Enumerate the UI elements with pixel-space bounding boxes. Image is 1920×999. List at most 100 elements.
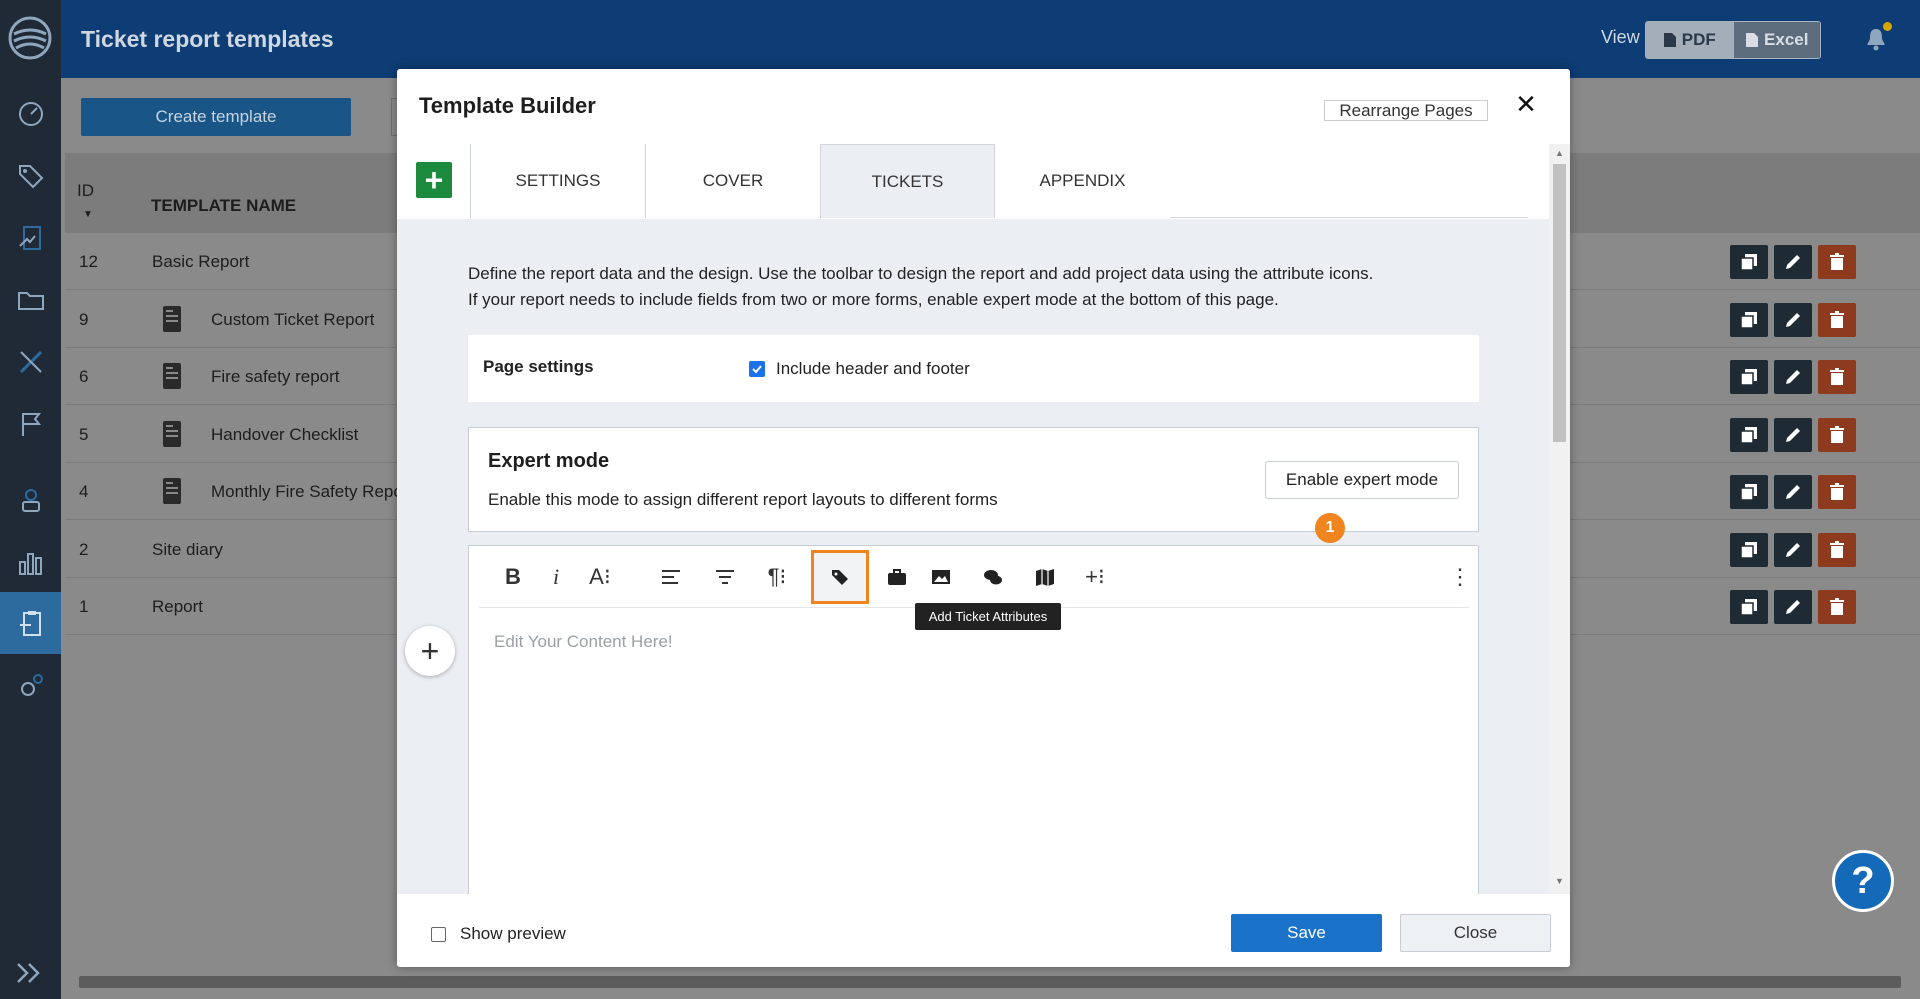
row-actions — [1730, 360, 1856, 394]
include-header-footer-label[interactable]: Include header and footer — [776, 359, 970, 379]
edit-button[interactable] — [1774, 590, 1812, 624]
more-options-button[interactable]: ⋮ — [1440, 558, 1480, 596]
delete-button[interactable] — [1818, 360, 1856, 394]
row-template-name[interactable]: Site diary — [152, 540, 223, 560]
font-size-button[interactable]: A⁝ — [580, 558, 620, 596]
close-button[interactable]: Close — [1400, 914, 1551, 952]
horizontal-scrollbar[interactable] — [65, 970, 1920, 992]
include-header-footer-checkbox[interactable] — [749, 361, 765, 377]
edit-button[interactable] — [1774, 360, 1812, 394]
tab-appendix[interactable]: APPENDIX — [995, 144, 1170, 218]
scroll-up-arrow-icon[interactable]: ▲ — [1555, 148, 1564, 158]
tab-settings[interactable]: SETTINGS — [470, 144, 645, 218]
align-left-button[interactable] — [651, 558, 691, 596]
enable-expert-mode-button[interactable]: Enable expert mode — [1265, 461, 1459, 499]
duplicate-button[interactable] — [1730, 475, 1768, 509]
rearrange-pages-button[interactable]: Rearrange Pages — [1324, 100, 1488, 121]
column-header-name[interactable]: TEMPLATE NAME — [151, 196, 296, 216]
save-button[interactable]: Save — [1231, 914, 1382, 952]
delete-button[interactable] — [1818, 417, 1856, 452]
sidebar-item-documents[interactable] — [0, 269, 61, 331]
row-template-name[interactable]: Basic Report — [152, 252, 249, 272]
edit-button[interactable] — [1774, 475, 1812, 509]
row-actions — [1730, 475, 1856, 509]
add-ticket-attributes-button[interactable]: 1 — [811, 513, 1345, 604]
sidebar-item-tickets[interactable] — [0, 145, 61, 207]
sidebar-item-forms[interactable] — [0, 207, 61, 269]
row-template-name[interactable]: Report — [152, 597, 203, 617]
delete-button[interactable] — [1818, 302, 1856, 337]
image-button[interactable] — [921, 558, 961, 596]
ruler-pencil-icon — [19, 350, 42, 374]
show-preview-checkbox[interactable] — [431, 927, 446, 942]
delete-button[interactable] — [1818, 590, 1856, 624]
duplicate-button[interactable] — [1730, 417, 1768, 452]
create-template-button[interactable]: Create template — [81, 98, 351, 136]
align-center-button[interactable] — [705, 558, 745, 596]
modal-vertical-scrollbar[interactable]: ▲ ▼ — [1549, 144, 1570, 894]
tab-tickets[interactable]: TICKETS — [820, 144, 995, 218]
trash-icon — [1830, 368, 1844, 385]
help-button[interactable]: ? — [1832, 850, 1894, 912]
horizontal-scrollbar-thumb[interactable] — [79, 976, 1901, 988]
delete-button[interactable] — [1818, 245, 1856, 279]
duplicate-button[interactable] — [1730, 302, 1768, 337]
add-block-button[interactable]: + — [405, 626, 455, 676]
row-actions — [1730, 532, 1856, 567]
bold-button[interactable]: B — [493, 558, 533, 596]
delete-button[interactable] — [1818, 532, 1856, 567]
edit-button[interactable] — [1774, 302, 1812, 337]
close-icon[interactable]: ✕ — [1515, 91, 1537, 117]
company-logo-icon[interactable] — [8, 16, 52, 60]
row-actions — [1730, 590, 1856, 624]
row-template-name[interactable]: Fire safety report — [211, 367, 340, 387]
duplicate-button[interactable] — [1730, 245, 1768, 279]
page-settings-label: Page settings — [483, 357, 594, 376]
sidebar-item-analytics[interactable] — [0, 531, 61, 593]
edit-button[interactable] — [1774, 417, 1812, 452]
show-preview-label[interactable]: Show preview — [460, 924, 566, 944]
document-icon — [163, 363, 181, 389]
duplicate-button[interactable] — [1730, 590, 1768, 624]
trash-icon — [1830, 598, 1844, 615]
bar-chart-icon — [18, 553, 42, 575]
settings-gears-icon — [20, 674, 43, 696]
row-id: 9 — [79, 309, 89, 329]
insert-more-button[interactable]: +⁝ — [1075, 558, 1115, 596]
row-actions — [1730, 302, 1856, 337]
duplicate-button[interactable] — [1730, 532, 1768, 567]
sidebar-item-users[interactable] — [0, 469, 61, 531]
sidebar-item-milestones[interactable] — [0, 393, 61, 455]
sidebar-item-dashboard[interactable] — [0, 83, 61, 145]
briefcase-icon — [888, 569, 906, 585]
modal-body: + SETTINGS COVER TICKETS APPENDIX Define… — [397, 144, 1549, 894]
briefcase-button[interactable] — [877, 558, 917, 596]
copy-icon — [1740, 369, 1757, 386]
sidebar-item-plans[interactable] — [0, 331, 61, 393]
excel-view-button[interactable]: Excel — [1732, 22, 1820, 58]
add-page-button[interactable]: + — [416, 162, 452, 198]
row-template-name[interactable]: Handover Checklist — [211, 425, 358, 445]
italic-button[interactable]: i — [536, 558, 576, 596]
column-header-id[interactable]: ID — [77, 181, 94, 201]
edit-button[interactable] — [1774, 245, 1812, 279]
vertical-scrollbar-thumb[interactable] — [1553, 164, 1566, 442]
sidebar-item-reports[interactable] — [0, 592, 61, 654]
paragraph-button[interactable]: ¶⁝ — [757, 558, 797, 596]
row-template-name[interactable]: Monthly Fire Safety Repo — [211, 482, 403, 502]
editor-placeholder[interactable]: Edit Your Content Here! — [494, 632, 673, 652]
tab-cover[interactable]: COVER — [645, 144, 820, 218]
map-button[interactable] — [1025, 558, 1065, 596]
edit-button[interactable] — [1774, 532, 1812, 567]
row-template-name[interactable]: Custom Ticket Report — [211, 310, 374, 330]
delete-button[interactable] — [1818, 475, 1856, 509]
sidebar-item-settings[interactable] — [0, 655, 61, 717]
pencil-icon — [1786, 542, 1800, 557]
pdf-view-button[interactable]: PDF — [1646, 22, 1733, 58]
view-label: View — [1601, 27, 1640, 47]
expand-sidebar-icon[interactable] — [12, 958, 48, 988]
comments-button[interactable] — [973, 558, 1013, 596]
duplicate-button[interactable] — [1730, 360, 1768, 394]
export-view-group: PDF Excel — [1645, 21, 1821, 59]
scroll-down-arrow-icon[interactable]: ▼ — [1555, 876, 1564, 886]
